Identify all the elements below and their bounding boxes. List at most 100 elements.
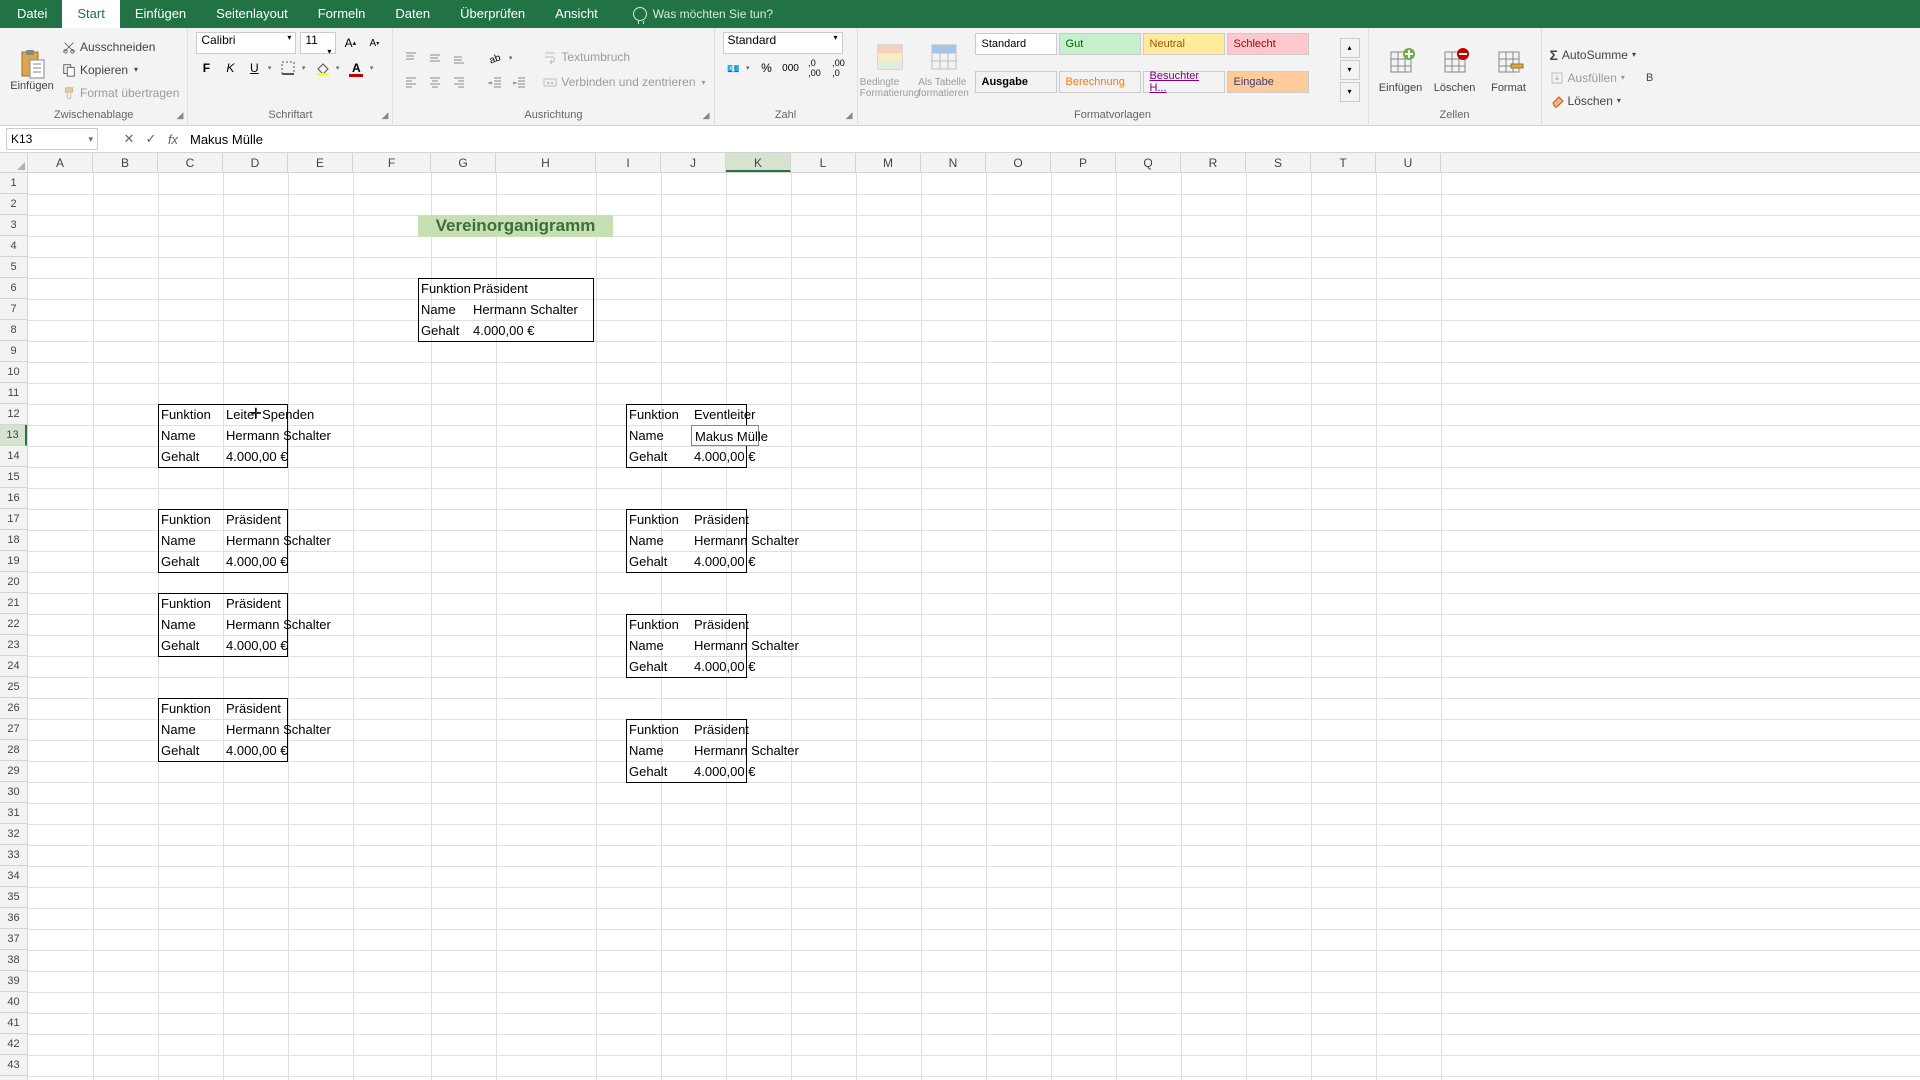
style-neutral[interactable]: Neutral	[1143, 33, 1225, 55]
style-eingabe[interactable]: Eingabe	[1227, 71, 1309, 93]
tab-ansicht[interactable]: Ansicht	[540, 0, 613, 28]
column-header-Q[interactable]: Q	[1116, 153, 1181, 172]
orientation-button[interactable]: ab	[485, 48, 505, 68]
style-ausgabe[interactable]: Ausgabe	[975, 71, 1057, 93]
conditional-formatting-button[interactable]: Bedingte Formatierung	[866, 32, 914, 107]
row-header-22[interactable]: 22	[0, 614, 27, 635]
tab-start[interactable]: Start	[62, 0, 119, 28]
cell[interactable]: Gehalt	[626, 761, 670, 782]
tab-daten[interactable]: Daten	[380, 0, 445, 28]
align-top-button[interactable]	[401, 48, 421, 68]
cell[interactable]: Funktion	[418, 278, 474, 299]
column-header-J[interactable]: J	[661, 153, 726, 172]
styles-up-button[interactable]: ▴	[1340, 38, 1360, 58]
cell[interactable]: Gehalt	[158, 635, 202, 656]
row-header-35[interactable]: 35	[0, 887, 27, 908]
style-berechnung[interactable]: Berechnung	[1059, 71, 1141, 93]
row-header-5[interactable]: 5	[0, 257, 27, 278]
row-header-8[interactable]: 8	[0, 320, 27, 341]
comma-button[interactable]: 000	[781, 58, 801, 78]
row-header-31[interactable]: 31	[0, 803, 27, 824]
cell[interactable]: Präsident	[691, 509, 752, 530]
row-header-25[interactable]: 25	[0, 677, 27, 698]
cell[interactable]: 4.000,00 €	[223, 635, 290, 656]
style-gut[interactable]: Gut	[1059, 33, 1141, 55]
cell[interactable]: Funktion	[626, 719, 682, 740]
cell[interactable]: 4.000,00 €	[470, 320, 537, 341]
increase-font-button[interactable]: A▴	[340, 33, 360, 53]
underline-button[interactable]: U	[244, 58, 264, 78]
cell[interactable]: 4.000,00 €	[223, 740, 290, 761]
cell[interactable]: Name	[158, 719, 199, 740]
cell[interactable]: Hermann Schalter	[691, 530, 802, 551]
style-standard[interactable]: Standard	[975, 33, 1057, 55]
column-header-H[interactable]: H	[496, 153, 596, 172]
formula-input[interactable]	[184, 132, 1920, 147]
column-header-E[interactable]: E	[288, 153, 353, 172]
cell[interactable]: 4.000,00 €	[691, 446, 758, 467]
currency-button[interactable]: 💶	[723, 58, 743, 78]
row-header-23[interactable]: 23	[0, 635, 27, 656]
styles-down-button[interactable]: ▾	[1340, 60, 1360, 80]
cell[interactable]: 4.000,00 €	[691, 656, 758, 677]
tab-ueberpruefen[interactable]: Überprüfen	[445, 0, 540, 28]
cell[interactable]: Hermann Schalter	[223, 530, 334, 551]
cell[interactable]: Funktion	[626, 614, 682, 635]
column-header-A[interactable]: A	[28, 153, 93, 172]
cell[interactable]: Name	[158, 614, 199, 635]
fill-color-button[interactable]	[312, 58, 332, 78]
cell[interactable]: Präsident	[223, 698, 284, 719]
cell[interactable]: Gehalt	[158, 446, 202, 467]
column-header-U[interactable]: U	[1376, 153, 1441, 172]
paste-button[interactable]: Einfügen	[8, 32, 56, 107]
align-bottom-button[interactable]	[449, 48, 469, 68]
spreadsheet-grid[interactable]: 1234567891011121314151617181920212223242…	[0, 173, 1920, 1080]
cell[interactable]: Gehalt	[626, 656, 670, 677]
column-header-N[interactable]: N	[921, 153, 986, 172]
cell[interactable]: 4.000,00 €	[223, 551, 290, 572]
row-header-43[interactable]: 43	[0, 1055, 27, 1076]
row-header-24[interactable]: 24	[0, 656, 27, 677]
column-header-L[interactable]: L	[791, 153, 856, 172]
cell[interactable]: Funktion	[158, 509, 214, 530]
cell[interactable]: Hermann Schalter	[470, 299, 581, 320]
fill-button[interactable]: Ausfüllen▾	[1550, 67, 1636, 88]
cell[interactable]: Funktion	[158, 593, 214, 614]
row-header-9[interactable]: 9	[0, 341, 27, 362]
column-header-G[interactable]: G	[431, 153, 496, 172]
decrease-decimal-button[interactable]: ,00,0	[829, 58, 849, 78]
fx-button[interactable]: fx	[162, 132, 184, 147]
delete-cells-button[interactable]: Löschen	[1431, 32, 1479, 107]
row-header-42[interactable]: 42	[0, 1034, 27, 1055]
format-painter-button[interactable]: Format übertragen	[62, 82, 179, 103]
insert-cells-button[interactable]: Einfügen	[1377, 32, 1425, 107]
column-header-C[interactable]: C	[158, 153, 223, 172]
row-header-4[interactable]: 4	[0, 236, 27, 257]
row-header-37[interactable]: 37	[0, 929, 27, 950]
alignment-launcher[interactable]: ◢	[703, 110, 710, 121]
cell[interactable]: Funktion	[626, 509, 682, 530]
confirm-edit-button[interactable]: ✓	[140, 131, 162, 147]
cell[interactable]: Hermann Schalter	[691, 740, 802, 761]
cell[interactable]: Leiter Spenden	[223, 404, 317, 425]
styles-more-button[interactable]: ▾	[1340, 82, 1360, 102]
row-header-44[interactable]: 44	[0, 1076, 27, 1080]
row-header-20[interactable]: 20	[0, 572, 27, 593]
increase-decimal-button[interactable]: ,0,00	[805, 58, 825, 78]
clipboard-launcher[interactable]: ◢	[176, 110, 183, 121]
cell[interactable]: 4.000,00 €	[223, 446, 290, 467]
row-header-26[interactable]: 26	[0, 698, 27, 719]
row-header-13[interactable]: 13	[0, 425, 27, 446]
cell[interactable]: Gehalt	[158, 551, 202, 572]
tab-datei[interactable]: Datei	[2, 0, 62, 28]
wrap-text-button[interactable]: Textumbruch	[543, 47, 705, 68]
column-header-I[interactable]: I	[596, 153, 661, 172]
style-schlecht[interactable]: Schlecht	[1227, 33, 1309, 55]
copy-button[interactable]: Kopieren▾	[62, 59, 179, 80]
row-header-38[interactable]: 38	[0, 950, 27, 971]
column-header-P[interactable]: P	[1051, 153, 1116, 172]
cell[interactable]: Eventleiter	[691, 404, 758, 425]
number-launcher[interactable]: ◢	[846, 110, 853, 121]
style-besuchter[interactable]: Besuchter H...	[1143, 71, 1225, 93]
font-size-select[interactable]: 11▾	[300, 32, 336, 54]
